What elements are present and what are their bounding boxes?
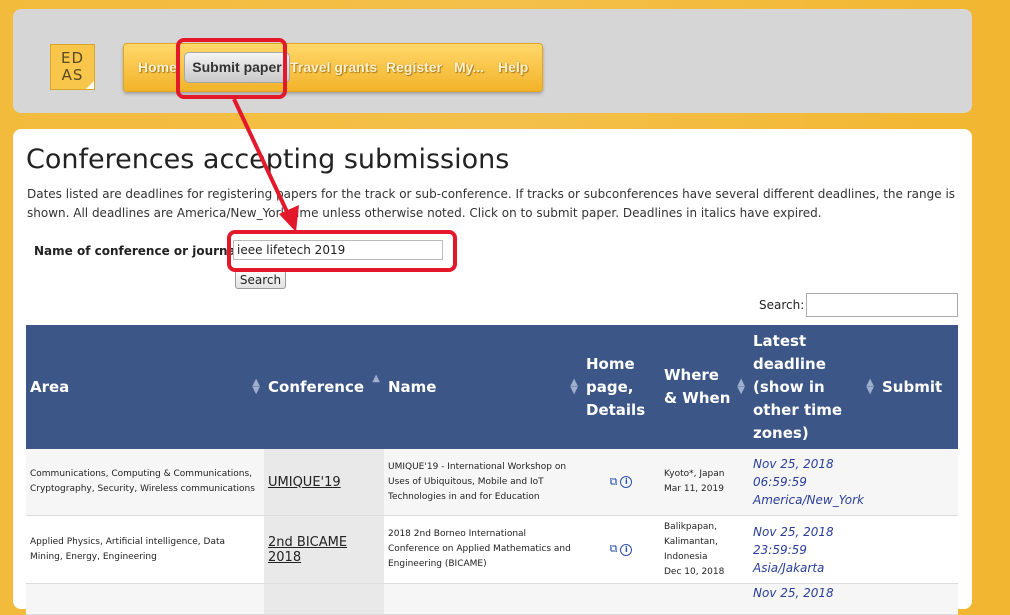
annotation-box-search-field <box>227 230 457 272</box>
table-search-label: Search: <box>759 298 805 312</box>
nav-travel-grants[interactable]: Travel grants <box>290 44 377 91</box>
area-cell: Applied Physics, Artificial intelligence… <box>26 515 264 584</box>
nav-register[interactable]: Register <box>386 44 442 91</box>
conference-cell <box>264 583 384 615</box>
page-title: Conferences accepting submissions <box>26 144 510 175</box>
nav-my[interactable]: My... <box>454 44 484 91</box>
edas-logo[interactable]: ED AS <box>50 44 95 90</box>
conference-link[interactable]: UMIQUE'19 <box>268 475 341 490</box>
table-header-row: Area ▲ ▼ Conference ▲ Name ▲ ▼ Home page, Detai… <box>26 325 958 449</box>
annotation-box-submit-paper <box>176 38 287 99</box>
col-area[interactable]: Area ▲ ▼ <box>26 325 264 449</box>
external-link-icon[interactable]: ⧉ <box>610 475 618 488</box>
name-cell: UMIQUE'19 - International Workshop on Us… <box>384 449 582 516</box>
col-home-page[interactable]: Home page, Details <box>582 325 660 449</box>
where-when-cell <box>660 583 749 615</box>
logo-line1: ED <box>60 49 85 67</box>
submit-cell <box>878 515 958 584</box>
nav-home[interactable]: Home <box>138 44 177 91</box>
sort-icon: ▲ ▼ <box>737 377 745 396</box>
submit-cell <box>878 583 958 615</box>
search-button[interactable]: Search <box>235 270 286 289</box>
col-latest-deadline[interactable]: Latest deadline (show in other time zones) ▲ ▼ <box>749 325 878 449</box>
col-submit: Submit <box>878 325 958 449</box>
nav-help[interactable]: Help <box>498 44 528 91</box>
conference-cell: 2nd BICAME 2018 <box>264 515 384 584</box>
external-link-icon[interactable]: ⧉ <box>610 542 618 555</box>
area-cell <box>26 583 264 615</box>
conference-cell: UMIQUE'19 <box>264 449 384 516</box>
header-panel: ED AS Home Submit paper Travel grants Re… <box>13 9 972 113</box>
conference-table: Area ▲ ▼ Conference ▲ Name ▲ ▼ Home page, Detai… <box>26 325 958 615</box>
filter-label: Name of conference or journal <box>34 244 240 258</box>
where-when-cell: Kyoto*, Japan Mar 11, 2019 <box>660 449 749 516</box>
info-icon[interactable]: i <box>620 476 633 488</box>
sort-icon: ▲ ▼ <box>570 377 578 396</box>
col-where-when[interactable]: Where & When ▲ ▼ <box>660 325 749 449</box>
table-row: Communications, Computing & Communicatio… <box>26 449 958 516</box>
details-cell: ⧉ i <box>582 449 660 516</box>
details-cell: ⧉ i <box>582 515 660 584</box>
sort-ascending-icon: ▲ <box>372 373 380 384</box>
sort-icon: ▲ ▼ <box>252 377 260 396</box>
table-row: Nov 25, 2018 <box>26 583 958 615</box>
main-panel: Conferences accepting submissions Dates … <box>13 129 972 615</box>
logo-line2: AS <box>61 66 84 84</box>
area-cell: Communications, Computing & Communicatio… <box>26 449 264 516</box>
deadline-cell: Nov 25, 2018 <box>749 583 878 615</box>
where-when-cell: Balikpapan, Kalimantan, Indonesia Dec 10,… <box>660 515 749 584</box>
details-cell <box>582 583 660 615</box>
table-row: Applied Physics, Artificial intelligence… <box>26 515 958 584</box>
name-cell <box>384 583 582 615</box>
sort-icon: ▲ ▼ <box>866 377 874 396</box>
table-search-input[interactable] <box>806 293 958 317</box>
name-cell: 2018 2nd Borneo International Conference… <box>384 515 582 584</box>
info-icon[interactable]: i <box>620 543 633 556</box>
col-name[interactable]: Name ▲ ▼ <box>384 325 582 449</box>
deadline-cell: Nov 25, 2018 06:59:59 America/New_York <box>749 449 878 516</box>
col-conference[interactable]: Conference ▲ <box>264 325 384 449</box>
page-description: Dates listed are deadlines for registeri… <box>27 187 956 220</box>
deadline-cell: Nov 25, 2018 23:59:59 Asia/Jakarta <box>749 515 878 584</box>
conference-link[interactable]: 2nd BICAME 2018 <box>268 535 347 565</box>
submit-cell <box>878 449 958 516</box>
